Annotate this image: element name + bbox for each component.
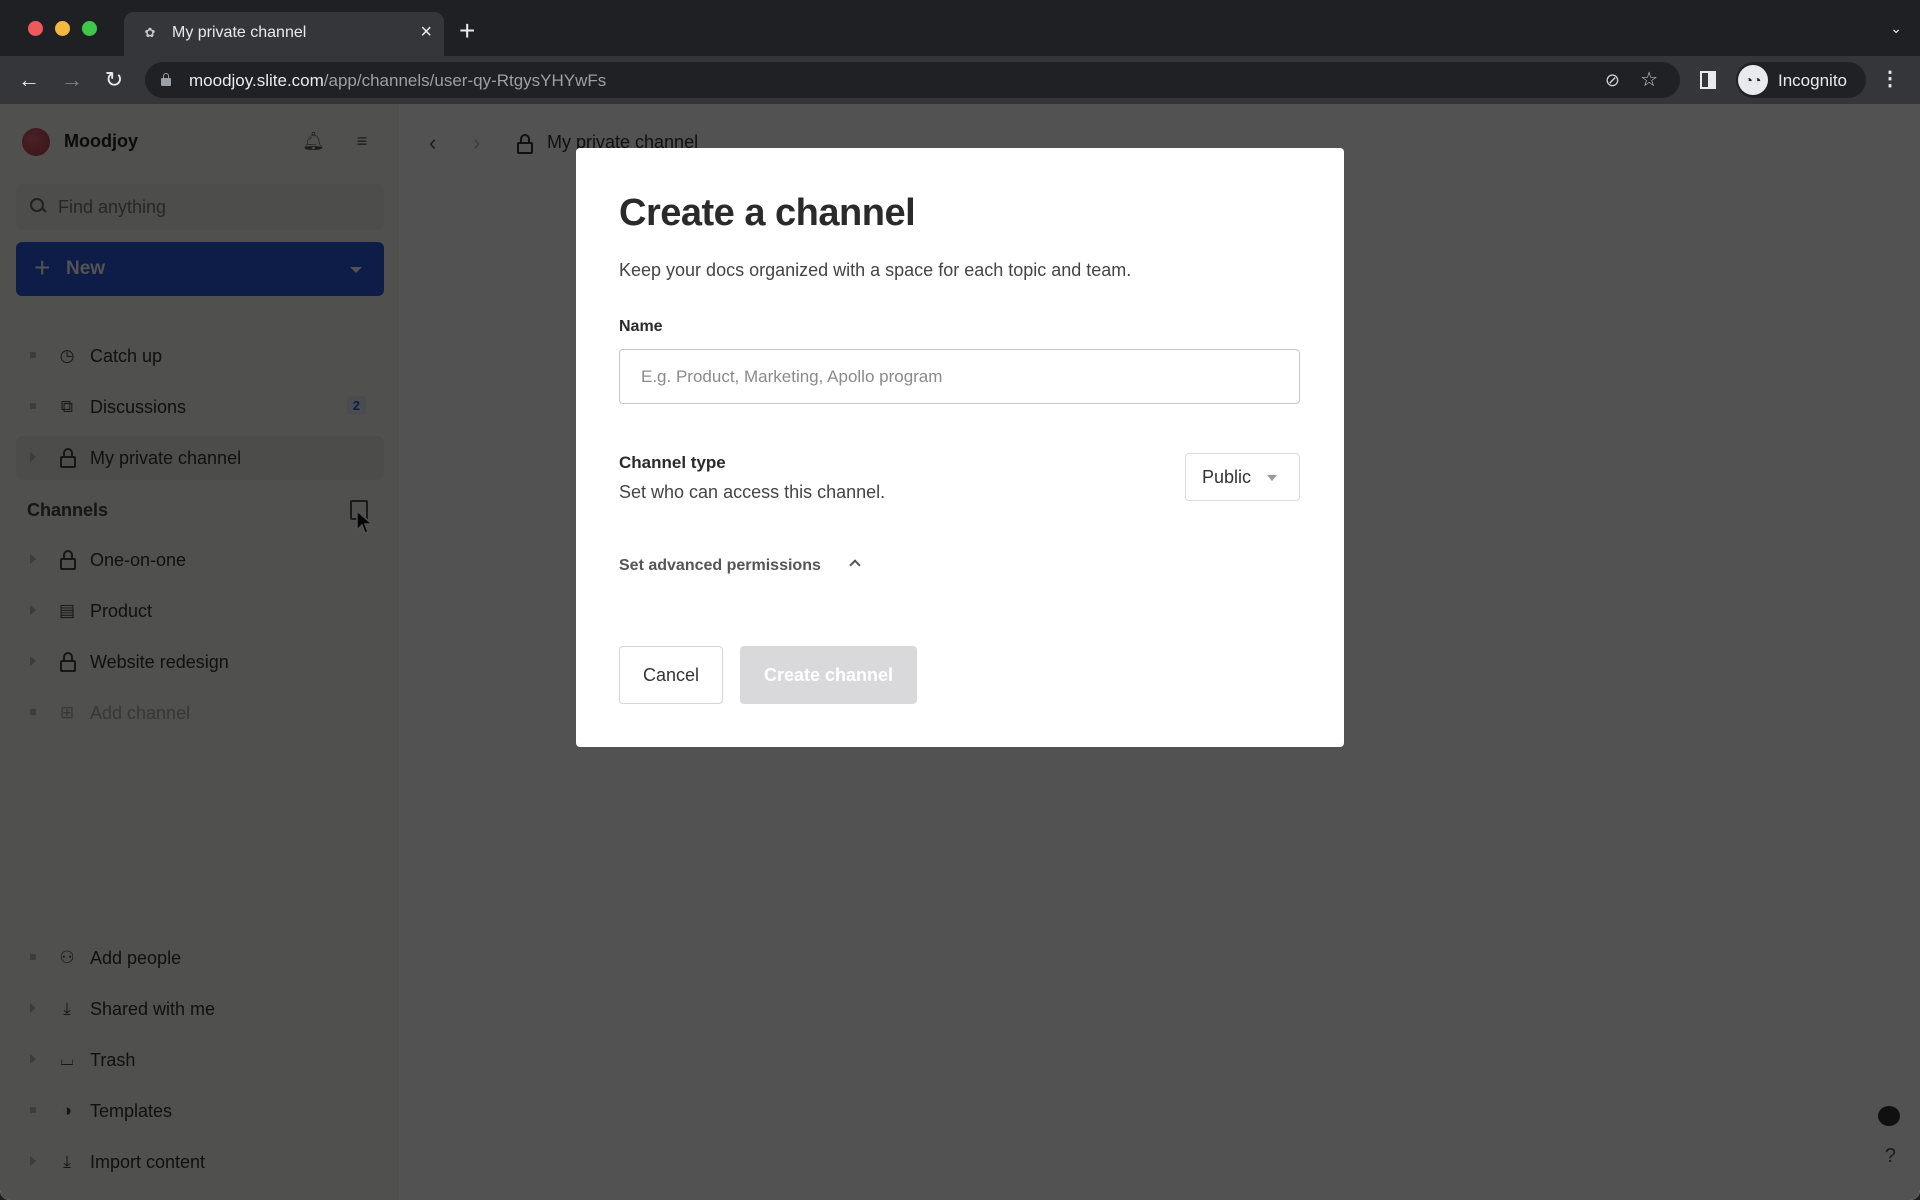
incognito-icon: ◔◔ bbox=[1738, 65, 1768, 95]
advanced-permissions-toggle[interactable]: Set advanced permissions bbox=[619, 557, 861, 579]
browser-menu-icon[interactable]: ⋮ bbox=[1880, 68, 1900, 90]
caret-down-icon bbox=[1267, 475, 1277, 481]
secure-lock-icon[interactable] bbox=[161, 73, 171, 87]
channel-type-description: Set who can access this channel. bbox=[619, 482, 886, 502]
chevron-up-icon bbox=[849, 559, 861, 571]
tab-close-icon[interactable]: × bbox=[420, 21, 432, 43]
url-host: moodjoy.slite.com bbox=[189, 71, 324, 90]
cancel-button[interactable]: Cancel bbox=[619, 646, 723, 704]
forward-button[interactable]: → bbox=[58, 66, 86, 94]
modal-title: Create a channel bbox=[619, 192, 916, 234]
eye-off-icon[interactable]: ⊘ bbox=[1605, 70, 1620, 90]
channel-type-value: Public bbox=[1202, 467, 1252, 487]
reload-button[interactable]: ↻ bbox=[100, 66, 128, 94]
channel-type-label: Channel type bbox=[619, 453, 726, 472]
slite-favicon-icon: ✿ bbox=[144, 25, 156, 40]
tab-title: My private channel bbox=[172, 24, 307, 41]
bookmark-star-icon[interactable]: ☆ bbox=[1640, 70, 1658, 90]
create-channel-modal: Create a channel Keep your docs organize… bbox=[576, 148, 1344, 747]
minimize-window-button[interactable] bbox=[55, 21, 70, 36]
maximize-window-button[interactable] bbox=[82, 21, 97, 36]
advanced-permissions-label: Set advanced permissions bbox=[619, 557, 821, 574]
modal-description: Keep your docs organized with a space fo… bbox=[619, 260, 1132, 280]
side-panel-icon[interactable] bbox=[1700, 71, 1716, 89]
url-path: /app/channels/user-qy-RtgysYHYwFs bbox=[323, 71, 607, 90]
tab-strip: ✿ My private channel × + ⌄ bbox=[0, 0, 1920, 56]
create-channel-button[interactable]: Create channel bbox=[740, 646, 917, 704]
browser-window: ✿ My private channel × + ⌄ ← → ↻ moodjoy… bbox=[0, 0, 1920, 1200]
back-button[interactable]: ← bbox=[15, 66, 43, 94]
new-tab-button[interactable]: + bbox=[459, 16, 475, 46]
name-label: Name bbox=[619, 318, 663, 335]
address-bar[interactable]: moodjoy.slite.com/app/channels/user-qy-R… bbox=[145, 62, 1680, 98]
url-text[interactable]: moodjoy.slite.com/app/channels/user-qy-R… bbox=[189, 71, 606, 91]
incognito-label: Incognito bbox=[1778, 71, 1847, 90]
tab-search-chevron-icon[interactable]: ⌄ bbox=[1890, 20, 1902, 37]
browser-tab-active[interactable]: ✿ My private channel × bbox=[124, 12, 444, 56]
channel-name-input[interactable] bbox=[619, 349, 1300, 404]
incognito-profile-button[interactable]: ◔◔ Incognito bbox=[1736, 62, 1866, 98]
browser-toolbar: ← → ↻ moodjoy.slite.com/app/channels/use… bbox=[0, 56, 1920, 104]
close-window-button[interactable] bbox=[28, 21, 43, 36]
channel-type-select[interactable]: Public bbox=[1185, 453, 1300, 501]
